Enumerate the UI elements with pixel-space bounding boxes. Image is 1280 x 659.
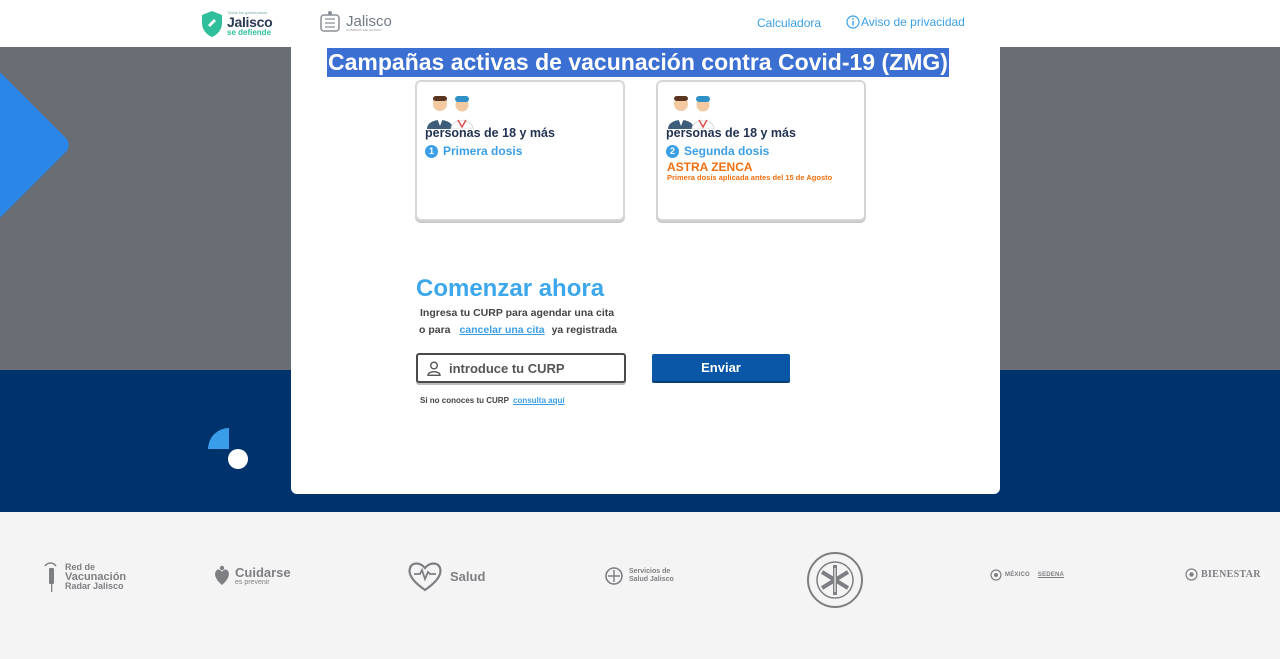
dose-number-badge: 1 <box>425 144 438 158</box>
mexico-crest-icon <box>990 569 1002 581</box>
curp-field[interactable] <box>416 353 626 383</box>
campaign-card-first-dose[interactable]: personas de 18 y más 1 Primera dosis <box>415 80 625 221</box>
campaign-note: Primera dosis aplicada antes del 15 de A… <box>667 173 833 182</box>
cuidarse-text: Cuidarse <box>235 565 291 580</box>
start-cancel-line: o para cancelar una cita ya registrada <box>419 324 617 336</box>
campaign-card-second-dose[interactable]: personas de 18 y más 2 Segunda dosis AST… <box>656 80 866 221</box>
sedena-text: SEDENA <box>1037 572 1065 578</box>
red-line3: Radar Jalisco <box>65 581 124 592</box>
user-icon <box>427 361 441 376</box>
dose-label: Segunda dosis <box>684 144 770 158</box>
brand-sub-text: se defiende <box>227 28 272 37</box>
bienestar-text: BIENESTAR <box>1201 569 1261 580</box>
people-icon <box>668 96 715 129</box>
bienestar-logo[interactable]: BIENESTAR <box>1185 568 1261 581</box>
mexico-text: MÉXICO <box>1005 572 1030 578</box>
curp-lookup-link[interactable]: consulta aquí <box>513 396 565 405</box>
dose-number-badge: 2 <box>666 144 679 158</box>
curp-hint: Si no conoces tu CURP consulta aquí <box>420 396 565 405</box>
start-cancel-prefix: o para <box>419 324 451 336</box>
salud-text: Salud <box>450 568 486 584</box>
nav-privacy-label: Aviso de privacidad <box>861 15 965 29</box>
jalisco-se-defiende-logo[interactable]: Todos los gobernamos Jalisco se defiende <box>200 8 280 40</box>
start-cancel-suffix: ya registrada <box>551 324 617 336</box>
brand-main-text: Jalisco <box>227 14 273 30</box>
nav-calculator-link[interactable]: Calculadora <box>757 16 821 30</box>
campaign-audience: personas de 18 y más <box>666 126 796 140</box>
dose-label: Primera dosis <box>443 144 523 158</box>
crest-icon <box>320 11 340 32</box>
bienestar-crest-icon <box>1185 568 1198 581</box>
syringe-icon <box>44 562 57 592</box>
campaign-dose: 1 Primera dosis <box>425 144 522 158</box>
submit-button[interactable]: Enviar <box>652 354 790 381</box>
heart-hand-icon <box>215 565 229 585</box>
modal-title: Campañas activas de vacunación contra Co… <box>327 48 949 77</box>
servicios-salud-logo[interactable]: Servicios de Salud Jalisco <box>604 566 674 586</box>
servicios-icon <box>605 567 623 585</box>
samu-logo[interactable] <box>806 550 864 610</box>
curp-hint-text: Si no conoces tu CURP <box>420 396 509 405</box>
top-bar: Todos los gobernamos Jalisco se defiende… <box>0 0 1280 47</box>
page: Todos los gobernamos Jalisco se defiende… <box>0 0 1280 659</box>
cancel-appointment-link[interactable]: cancelar una cita <box>459 324 544 336</box>
salud-logo[interactable]: Salud <box>406 559 485 593</box>
shield-icon <box>202 11 222 37</box>
campaign-audience: personas de 18 y más <box>425 126 555 140</box>
red-vacunacion-logo[interactable]: Red de Vacunación Radar Jalisco <box>43 560 126 594</box>
servicios-line2: Salud Jalisco <box>629 576 674 583</box>
vaccine-name: ASTRA ZENCA <box>667 160 753 174</box>
servicios-line1: Servicios de <box>629 567 671 575</box>
gobierno-mexico-sedena-logo[interactable]: MÉXICO SEDENA <box>990 569 1064 581</box>
gobierno-jalisco-logo[interactable]: Jalisco GOBIERNO DEL ESTADO <box>317 9 392 37</box>
cuidarse-sub-text: es prevenir <box>235 579 270 586</box>
campaign-dose: 2 Segunda dosis <box>666 144 769 158</box>
start-title: Comenzar ahora <box>416 275 605 302</box>
info-icon <box>846 15 860 29</box>
nav-privacy-link[interactable]: Aviso de privacidad <box>846 15 965 29</box>
people-icon <box>427 96 474 129</box>
salud-heart-icon <box>408 562 442 592</box>
start-instructions: Ingresa tu CURP para agendar una cita <box>420 307 615 319</box>
campaign-modal: Campañas activas de vacunación contra Co… <box>291 47 1000 494</box>
decorative-circle <box>228 449 248 469</box>
samu-seal-icon <box>807 552 863 608</box>
cuidarse-logo[interactable]: Cuidarse es prevenir <box>213 565 291 587</box>
curp-input[interactable] <box>449 360 609 376</box>
